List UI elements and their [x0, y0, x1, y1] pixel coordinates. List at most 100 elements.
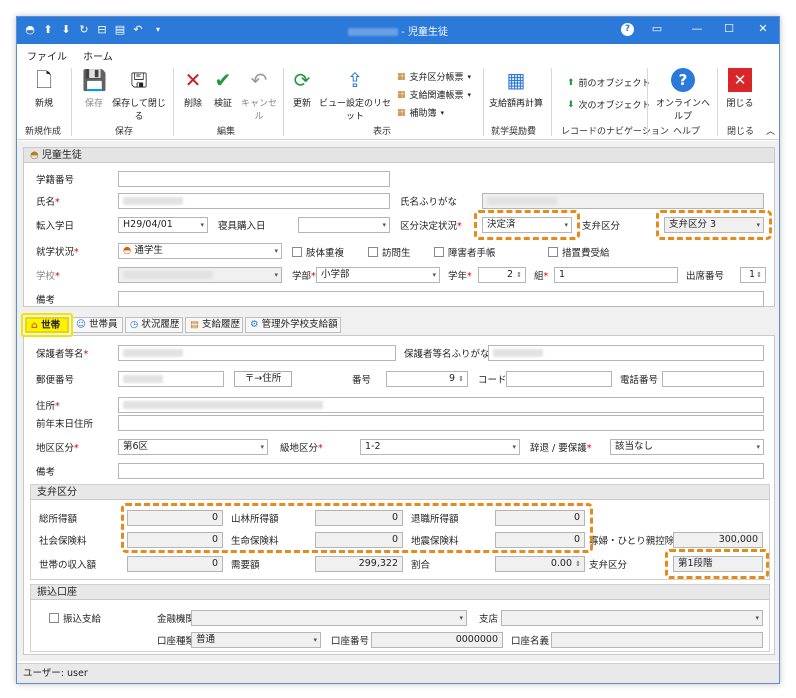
recalc-button[interactable]: ▦ 支給額再計算 [487, 68, 545, 109]
maximize-button[interactable]: ☐ [721, 21, 737, 37]
supplement-button[interactable]: ▦ 補助簿 ▾ [397, 106, 444, 120]
zip-field[interactable] [118, 371, 224, 387]
hh-income-field[interactable]: 0 [127, 556, 223, 572]
next-object-button[interactable]: ⬇ 次のオブジェクト [567, 98, 651, 112]
region-select[interactable]: 第6区 ▾ [118, 439, 268, 455]
collapse-ribbon-icon[interactable]: ︿ [766, 124, 775, 137]
acct-name-field[interactable] [551, 632, 763, 648]
help-icon[interactable]: ? [621, 23, 634, 36]
verify-label: 検証 [213, 99, 232, 109]
shikyu-form-button[interactable]: ▦ 支給関連帳票 ▾ [397, 88, 471, 102]
shiben-highlight [656, 210, 772, 240]
name-label: 氏名* [36, 197, 60, 208]
sochi-checkbox[interactable]: 措置費受給 [548, 245, 610, 259]
save-button[interactable]: 💾 保存 [79, 68, 109, 109]
checkmark-icon: ✔ [214, 68, 232, 92]
transfer-checkbox[interactable]: 振込支給 [49, 611, 101, 625]
save-close-icon: 🖫 [130, 68, 148, 92]
remarks-field[interactable] [118, 291, 764, 307]
verify-button[interactable]: ✔ 検証 [209, 68, 237, 109]
address-field[interactable] [118, 397, 764, 413]
help-circle-icon: ? [671, 68, 695, 92]
online-help-button[interactable]: ? オンラインヘルプ [655, 68, 711, 122]
minimize-button[interactable]: — [689, 21, 705, 37]
acct-type-select[interactable]: 普通 ▾ [191, 632, 321, 648]
tab-external-school[interactable]: ⚙ 管理外学校支給額 [245, 317, 341, 333]
decision-label: 区分決定状況* [400, 221, 462, 232]
bank-label: 金融機関 [157, 614, 196, 625]
shiben-result-label: 支弁区分 [589, 560, 628, 571]
status-select[interactable]: ◓ 通学生 ▾ [118, 243, 282, 259]
group-save-label: 保存 [115, 127, 134, 137]
seat-stepper[interactable]: 1 ⇕ [740, 267, 766, 283]
close-button[interactable]: ✕ 閉じる [725, 68, 755, 109]
guardian-label: 保護者等名* [36, 349, 89, 360]
naiko-checkbox[interactable]: 肢体重複 [292, 245, 344, 259]
bangou-label: 番号 [352, 375, 372, 386]
gakuseki-field[interactable] [118, 171, 390, 187]
group-scholar-label: 就学奨励費 [491, 127, 537, 137]
tab-file[interactable]: ファイル [27, 48, 67, 63]
view-reset-button[interactable]: ⇪ ビュー設定のリセット [319, 68, 391, 122]
widow-field[interactable]: 300,000 [673, 532, 763, 548]
new-label: 新規 [34, 99, 53, 109]
branch-select[interactable]: ▾ [501, 610, 763, 626]
zip-to-address-button[interactable]: 〒→住所 [234, 371, 292, 387]
ryohin-date-field[interactable]: ▾ [298, 217, 390, 233]
grade-region-select[interactable]: 1-2 ▾ [360, 439, 520, 455]
school-icon: ⚙ [250, 319, 259, 330]
zip-label: 郵便番号 [36, 375, 75, 386]
shiben-form-button[interactable]: ▦ 支弁区分帳票 ▾ [397, 70, 471, 84]
acct-name-label: 口座名義 [511, 636, 550, 647]
cancel-button[interactable]: ↶ キャンセル [239, 68, 279, 122]
history-icon: ▤ [190, 319, 199, 330]
need-field[interactable]: 299,322 [315, 556, 403, 572]
branch-label: 支店 [479, 614, 499, 625]
cancel-label: キャンセル [240, 99, 277, 122]
acct-no-label: 口座番号 [331, 636, 370, 647]
bank-select[interactable]: ▾ [191, 610, 467, 626]
new-button[interactable]: 🗋 新規 [29, 68, 59, 109]
tab-status-history[interactable]: ◷ 状況履歴 [125, 317, 183, 333]
acct-type-label: 口座種類 [157, 636, 196, 647]
seat-label: 出席番号 [686, 271, 725, 282]
shogai-checkbox[interactable]: 障害者手帳 [434, 245, 496, 259]
transfer-date-field[interactable]: H29/04/01 ▾ [118, 217, 208, 233]
kana-field[interactable] [482, 193, 764, 209]
kana-label: 氏名ふりがな [400, 197, 458, 208]
tab-members[interactable]: ☺ 世帯員 [71, 317, 123, 333]
transfer-section: 振込口座 振込支給 金融機関 ▾ 支店 ▾ 口座種類 普通 ▾ 口座番号 0000… [30, 584, 770, 652]
income-highlight [121, 503, 593, 553]
up-circle-icon: ⬆ [567, 77, 575, 88]
household-remarks-field[interactable] [118, 463, 764, 479]
withdraw-select[interactable]: 該当なし ▾ [610, 439, 764, 455]
class-field[interactable]: 1 [554, 267, 678, 283]
code-field[interactable] [506, 371, 612, 387]
bangou-stepper[interactable]: 9 ⇕ [386, 371, 468, 387]
phone-field[interactable] [662, 371, 764, 387]
delete-label: 削除 [183, 99, 202, 109]
prev-object-button[interactable]: ⬆ 前のオブジェクト [567, 76, 651, 90]
prev-address-field[interactable] [118, 415, 764, 431]
guardian-kana-field[interactable] [488, 345, 764, 361]
ribbon: 🗋 新規 新規作成 💾 保存 🖫 保存して閉じる 保存 ✕ 削除 ✔ 検証 ↶ … [17, 64, 779, 140]
refresh-button[interactable]: ⟳ 更新 [289, 68, 315, 109]
name-field[interactable] [118, 193, 390, 209]
report-icon: ▦ [397, 107, 406, 118]
tab-payment-history[interactable]: ▤ 支給履歴 [185, 317, 243, 333]
acct-no-field[interactable]: 0000000 [371, 632, 503, 648]
dept-select[interactable]: 小学部 ▾ [316, 267, 440, 283]
save-close-button[interactable]: 🖫 保存して閉じる [111, 68, 167, 122]
grade-stepper[interactable]: 2 ⇕ [478, 267, 526, 283]
ratio-stepper[interactable]: 0.00 ⇕ [495, 556, 585, 572]
delete-button[interactable]: ✕ 削除 [179, 68, 207, 109]
close-window-button[interactable]: ✕ [755, 21, 771, 37]
school-select[interactable]: ▾ [118, 267, 282, 283]
clock-icon: ◷ [130, 319, 139, 330]
homon-checkbox[interactable]: 訪問生 [368, 245, 411, 259]
ribbon-tab-row: ファイル ホーム [17, 44, 779, 67]
view-reset-icon: ⇪ [346, 68, 364, 92]
guardian-field[interactable] [118, 345, 396, 361]
status-label: 就学状況* [36, 247, 79, 258]
window-layout-icon[interactable]: ▭ [649, 21, 665, 37]
